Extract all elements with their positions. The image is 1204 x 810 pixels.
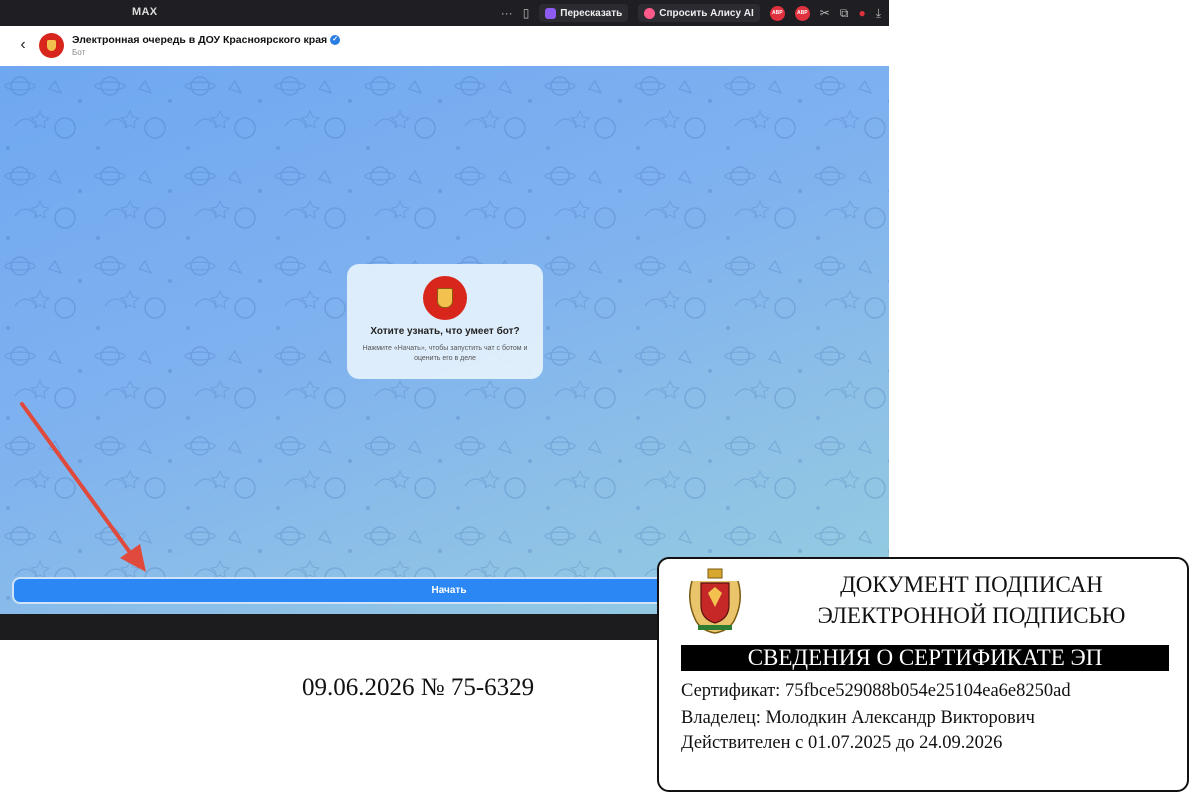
verified-icon: ✓ <box>330 35 341 46</box>
alice-icon <box>644 7 656 19</box>
certificate-owner: Владелец: Молодкин Александр Викторович <box>681 708 1035 728</box>
ask-alice-button[interactable]: Спросить Алису AI <box>638 4 760 22</box>
stamp-heading-line1: ДОКУМЕНТ ПОДПИСАН <box>840 572 1103 597</box>
adblock-icon[interactable]: ABP <box>769 5 785 21</box>
coat-of-arms-icon <box>437 288 453 308</box>
stamp-heading-line2: ЭЛЕКТРОННОЙ ПОДПИСЬЮ <box>817 603 1126 628</box>
intro-card-title: Хотите узнать, что умеет бот? <box>370 326 520 337</box>
profile-icon[interactable]: ● <box>858 6 865 20</box>
certificate-serial: Сертификат: 75fbce529088b054e25104ea6e82… <box>681 681 1071 701</box>
bookmark-icon[interactable]: ▯ <box>523 6 530 20</box>
document-number: 09.06.2026 № 75-6329 <box>302 674 535 701</box>
intro-card-text: Нажмите «Начать», чтобы запустить чат с … <box>362 345 528 362</box>
summarize-icon <box>545 7 557 19</box>
certificate-validity: Действителен с 01.07.2025 до 24.09.2026 <box>681 733 1003 753</box>
more-icon[interactable]: ··· <box>501 6 513 20</box>
extensions-icon[interactable]: ⧉ <box>840 6 849 21</box>
download-icon[interactable]: ⤓ <box>876 6 881 21</box>
toolbar-actions: ··· ▯ Пересказать Спросить Алису AI ABP … <box>501 0 881 26</box>
bot-intro-card: Хотите узнать, что умеет бот? Нажмите «Н… <box>347 264 543 379</box>
summarize-label: Пересказать <box>560 7 623 19</box>
signature-stamp: ДОКУМЕНТ ПОДПИСАН ЭЛЕКТРОННОЙ ПОДПИСЬЮ С… <box>657 557 1189 792</box>
certificate-info-band: СВЕДЕНИЯ О СЕРТИФИКАТЕ ЭП <box>681 645 1169 671</box>
annotation-arrow <box>20 402 146 572</box>
bot-card-avatar <box>423 276 467 320</box>
ask-alice-label: Спросить Алису AI <box>659 7 754 19</box>
coat-of-arms-emblem <box>689 568 741 634</box>
adblock-icon-2[interactable]: ABP <box>794 5 810 21</box>
puzzle-icon[interactable]: ✂ <box>820 6 830 20</box>
summarize-button[interactable]: Пересказать <box>539 4 629 22</box>
